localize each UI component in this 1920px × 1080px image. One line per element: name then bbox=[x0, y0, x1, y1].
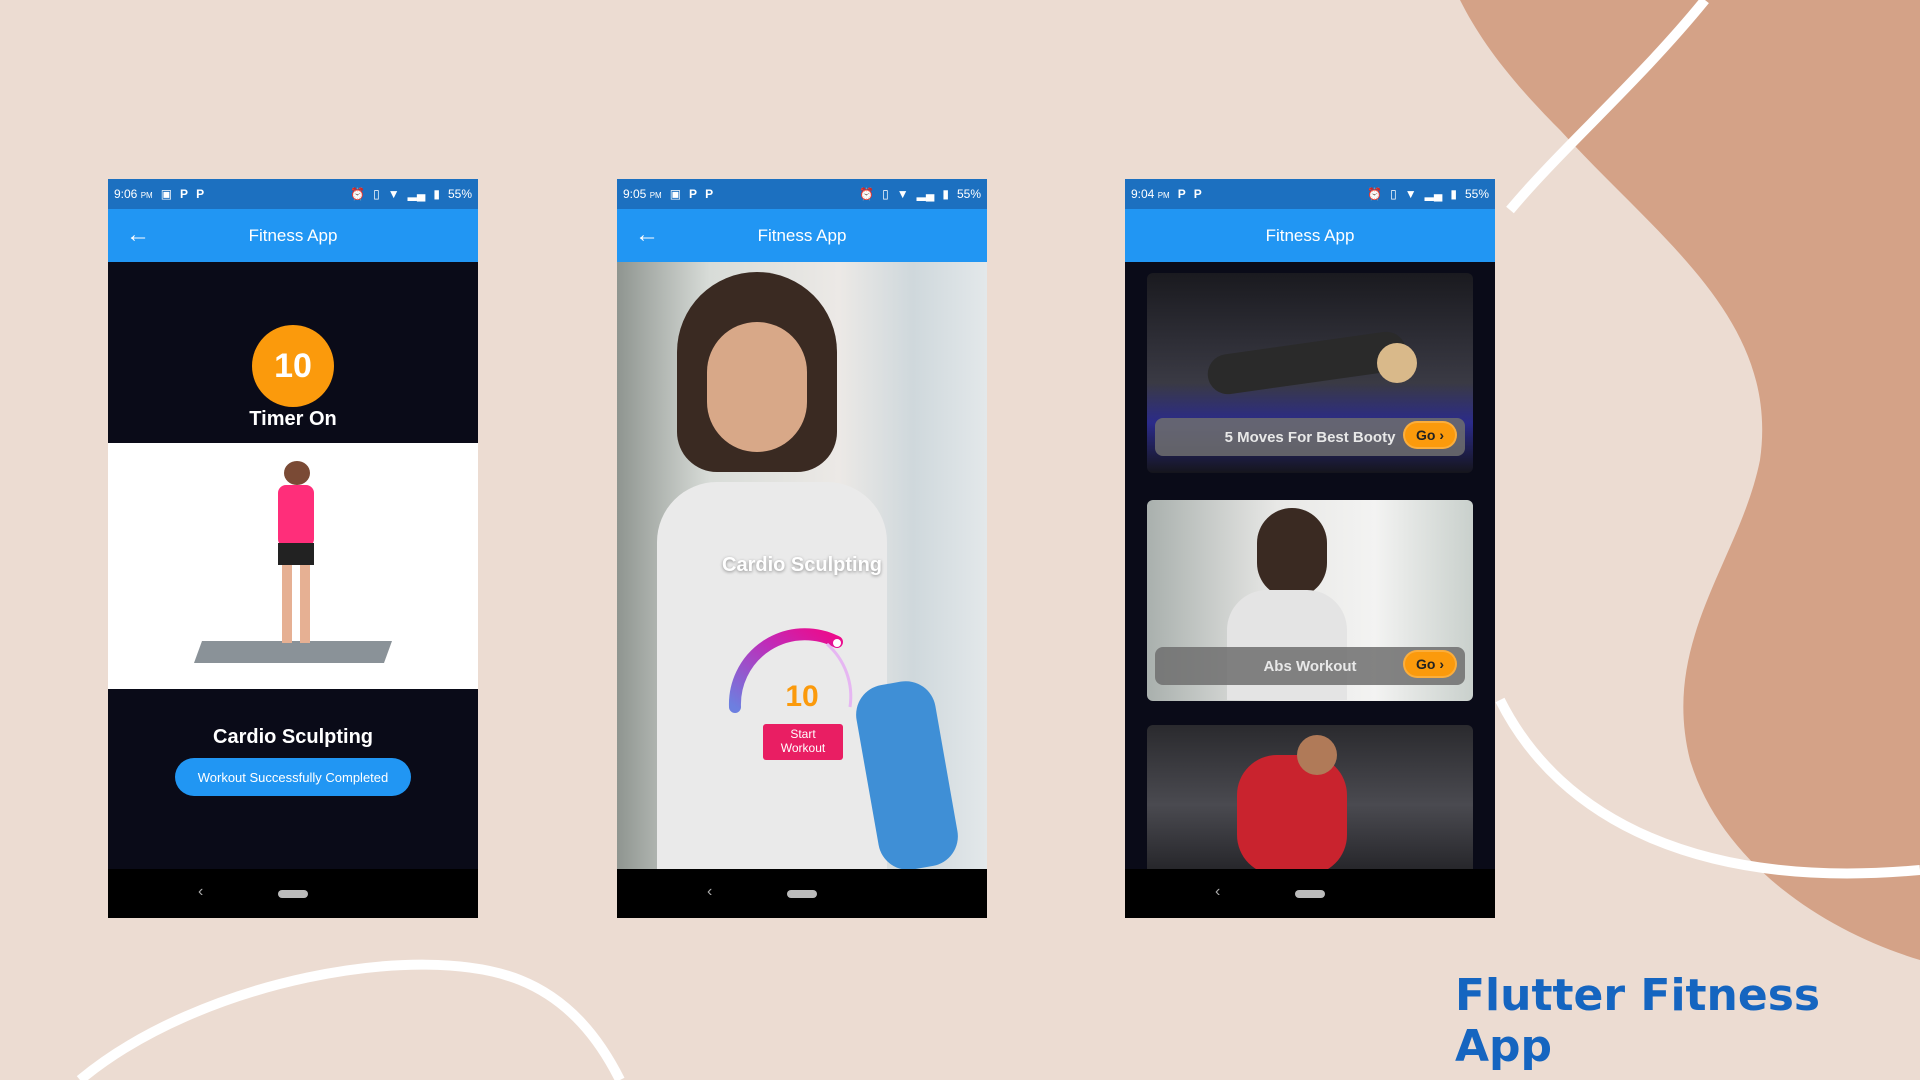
wifi-icon: ▼ bbox=[387, 187, 400, 201]
workout-card[interactable]: Abs Workout Go › bbox=[1147, 500, 1473, 701]
go-button[interactable]: Go › bbox=[1403, 421, 1457, 449]
p-icon: P bbox=[196, 187, 205, 201]
app-title: Fitness App bbox=[1265, 225, 1355, 245]
gauge-value: 10 bbox=[785, 680, 819, 713]
p-icon: P bbox=[689, 187, 698, 201]
workout-card-title: 5 Moves For Best Booty bbox=[1224, 428, 1396, 446]
app-title: Fitness App bbox=[248, 225, 338, 245]
nav-back-icon[interactable]: ‹ bbox=[1215, 883, 1220, 901]
battery-percent: 55% bbox=[956, 187, 981, 201]
nav-bar: ‹ bbox=[1125, 869, 1495, 918]
start-workout-button[interactable]: Start Workout bbox=[763, 724, 843, 760]
alarm-icon: ⏰ bbox=[350, 187, 366, 201]
timer-label: Timer On bbox=[249, 408, 337, 430]
battery-percent: 55% bbox=[447, 187, 472, 201]
status-ampm: PM bbox=[1157, 191, 1170, 200]
nav-home-pill[interactable] bbox=[278, 890, 308, 898]
back-arrow-icon[interactable]: ← bbox=[126, 221, 150, 249]
wifi-icon: ▼ bbox=[896, 187, 909, 201]
footer-title: Flutter Fitness App bbox=[1455, 970, 1821, 1072]
app-bar: ← Fitness App bbox=[108, 209, 478, 262]
signal-icon: ▂▄ bbox=[1424, 187, 1443, 201]
timer-circle: 10 bbox=[252, 325, 334, 407]
nav-bar: ‹ bbox=[108, 869, 478, 918]
image-icon: ▣ bbox=[160, 187, 173, 201]
workout-completed-button[interactable]: Workout Successfully Completed bbox=[175, 758, 411, 796]
chevron-right-icon: › bbox=[1439, 656, 1444, 672]
nav-home-pill[interactable] bbox=[787, 890, 817, 898]
status-bar: 9:04 PM PP ⏰ ▯ ▼ ▂▄ ▮ 55% bbox=[1125, 179, 1495, 209]
app-bar: Fitness App bbox=[1125, 209, 1495, 262]
wifi-icon: ▼ bbox=[1404, 187, 1417, 201]
nav-back-icon[interactable]: ‹ bbox=[198, 883, 203, 901]
status-time: 9:05 bbox=[623, 187, 647, 201]
battery-icon: ▮ bbox=[1450, 187, 1457, 201]
status-bar: 9:05 PM ▣ P P ⏰ ▯ ▼ ▂▄ ▮ 55% bbox=[617, 179, 987, 209]
chevron-right-icon: › bbox=[1439, 427, 1444, 443]
app-title: Fitness App bbox=[757, 225, 847, 245]
battery-icon: ▮ bbox=[433, 187, 440, 201]
go-label: Go bbox=[1415, 656, 1436, 672]
battery-icon: ▮ bbox=[942, 187, 949, 201]
go-label: Go bbox=[1415, 427, 1436, 443]
image-icon: ▣ bbox=[669, 187, 682, 201]
alarm-icon: ⏰ bbox=[1367, 187, 1383, 201]
vibrate-icon: ▯ bbox=[373, 187, 380, 201]
workout-card[interactable]: 5 Moves For Best Booty Go › bbox=[1147, 273, 1473, 473]
workout-card-label-bar: 5 Moves For Best Booty Go › bbox=[1155, 418, 1465, 456]
p-icon: P bbox=[1193, 187, 1202, 201]
phone-workout-list: 9:04 PM PP ⏰ ▯ ▼ ▂▄ ▮ 55% Fitness App 5 Move… bbox=[1125, 179, 1495, 918]
back-arrow-icon[interactable]: ← bbox=[635, 221, 659, 249]
signal-icon: ▂▄ bbox=[407, 187, 426, 201]
go-button[interactable]: Go › bbox=[1403, 650, 1457, 678]
status-time: 9:04 bbox=[1131, 187, 1155, 201]
vibrate-icon: ▯ bbox=[1390, 187, 1397, 201]
workout-card-label-bar: Abs Workout Go › bbox=[1155, 647, 1465, 685]
battery-percent: 55% bbox=[1464, 187, 1489, 201]
signal-icon: ▂▄ bbox=[916, 187, 935, 201]
p-icon: P bbox=[180, 187, 189, 201]
phone-timer-screen: 9:06 PM ▣ P P ⏰ ▯ ▼ ▂▄ ▮ 55% ← Fitness App 10 … bbox=[108, 179, 478, 918]
vibrate-icon: ▯ bbox=[882, 187, 889, 201]
status-ampm: PM bbox=[649, 191, 662, 200]
alarm-icon: ⏰ bbox=[859, 187, 875, 201]
status-bar: 9:06 PM ▣ P P ⏰ ▯ ▼ ▂▄ ▮ 55% bbox=[108, 179, 478, 209]
status-ampm: PM bbox=[140, 191, 153, 200]
workout-photo: Cardio Sculpting 10 Start Workout bbox=[617, 262, 987, 875]
phone-start-screen: 9:05 PM ▣ P P ⏰ ▯ ▼ ▂▄ ▮ 55% ← Fitness App Car… bbox=[617, 179, 987, 918]
nav-back-icon[interactable]: ‹ bbox=[707, 883, 712, 901]
workout-name: Cardio Sculpting bbox=[213, 726, 373, 748]
exercise-image bbox=[108, 443, 478, 689]
nav-bar: ‹ bbox=[617, 869, 987, 918]
nav-home-pill[interactable] bbox=[1295, 890, 1325, 898]
app-bar: ← Fitness App bbox=[617, 209, 987, 262]
workout-card-title: Abs Workout bbox=[1263, 657, 1357, 675]
status-time: 9:06 bbox=[114, 187, 138, 201]
workout-card[interactable] bbox=[1147, 725, 1473, 885]
p-icon: P bbox=[705, 187, 714, 201]
p-icon: P bbox=[1177, 187, 1186, 201]
